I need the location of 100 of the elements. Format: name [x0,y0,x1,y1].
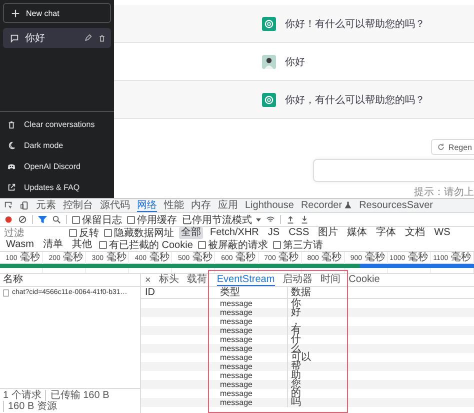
devtools-tab[interactable]: Lighthouse [245,199,294,212]
devtools-tab[interactable]: 网络 [137,199,157,212]
devtools-tab[interactable]: 控制台 [63,199,93,212]
status-text: 1 个请求 [3,390,42,401]
inspect-icon[interactable] [4,201,13,210]
devtools-tab[interactable]: 元素 [36,199,56,212]
record-icon[interactable] [4,215,13,224]
external-link-icon [7,183,16,192]
user-avatar-icon [262,54,276,68]
trash-icon[interactable] [98,34,106,42]
type-filter-button[interactable]: 其他 [70,239,94,251]
message-text: 你好！有什么可以帮助您的吗？ [285,18,425,30]
throttling-select[interactable]: 已停用节流模式 [182,212,261,226]
sidebar-menu-item[interactable]: Clear conversations [0,114,114,135]
detail-tab[interactable]: 启动器 [282,274,313,286]
detail-tab[interactable]: 载荷 [186,274,207,286]
checkbox-option[interactable]: 保留日志 [72,212,122,226]
plus-icon [11,8,20,18]
table-cell: 帮 [287,362,337,371]
devtools-tab[interactable]: 应用 [218,199,238,212]
checkbox[interactable] [198,241,206,249]
detail-tab[interactable]: Cookie [348,274,380,286]
table-cell-text: message [219,371,254,380]
checkbox[interactable] [69,229,77,237]
sidebar-menu-item[interactable]: Updates & FAQ [0,177,114,198]
type-filter-button[interactable]: 媒体 [345,227,370,239]
table-cell-text: message [219,335,254,344]
caret-icon [256,218,261,222]
wifi-settings-icon[interactable] [266,215,275,224]
sidebar-menu-item[interactable]: OpenAI Discord [0,156,114,177]
table-cell: 吗 [287,398,337,407]
clear-icon[interactable] [18,215,27,224]
checkbox-option[interactable]: 隐藏数据网址 [104,227,174,239]
checkbox[interactable] [127,216,135,224]
filter-field[interactable]: 过滤 [4,227,64,239]
type-filter-button[interactable]: 清单 [40,239,65,251]
type-filter-button[interactable]: CSS [286,227,312,239]
type-filter-button[interactable]: WS [432,227,452,239]
flask-icon [344,201,352,209]
devtools-tab[interactable]: 内存 [191,199,211,212]
device-icon[interactable] [20,201,29,210]
search-icon[interactable] [52,215,61,224]
filter-icon[interactable] [38,215,47,224]
chat-bubble-icon [10,34,19,42]
detail-tab[interactable]: 时间 [320,274,341,286]
moon-icon [7,141,16,150]
column-header: ID [144,287,156,298]
message-text: 你好 [285,56,305,68]
message-input[interactable] [313,159,474,182]
checkbox-option[interactable]: 第三方请 [272,239,323,251]
table-cell-text: message [219,326,254,335]
checkbox[interactable] [272,241,281,249]
table-cell-text: message [219,317,254,326]
refresh-icon [437,143,446,151]
message-text: 你好，有什么可以帮助您的吗？ [285,94,425,106]
detail-tab[interactable]: EventStream [216,274,275,286]
checkbox[interactable] [104,229,112,237]
upload-icon[interactable] [286,215,295,224]
pencil-icon[interactable] [84,34,92,42]
table-cell-text: message [219,398,254,407]
type-filter-button[interactable]: 文档 [403,227,428,239]
table-cell-text: message [219,362,254,371]
type-filter-button[interactable]: Fetch/XHR [208,227,261,239]
bot-avatar-icon [262,16,276,30]
type-filter-button[interactable]: 全部 [179,227,203,239]
detail-tab[interactable]: 标头 [158,274,179,286]
table-cell: 有 [287,326,337,335]
sidebar-menu-item[interactable]: Dark mode [0,135,114,156]
table-cell-text: message [219,353,254,362]
checkbox-option[interactable]: 停用缓存 [127,212,177,226]
devtools-tab[interactable]: 性能 [164,199,184,212]
download-icon[interactable] [300,215,309,224]
table-cell-text: message [219,389,254,398]
type-filter-button[interactable]: Wasm [4,239,36,251]
table-cell: 您 [287,380,337,389]
hint-text: 提示：请勿上 [414,186,474,199]
checkbox[interactable] [98,241,107,249]
table-cell: 么 [287,344,337,353]
type-filter-button[interactable]: 图片 [316,227,340,239]
close-button[interactable]: × [145,274,151,286]
devtools-tab[interactable]: Recorder [300,199,352,212]
trash-icon [7,120,16,129]
column-header: 数据 [287,287,337,298]
checkbox-option[interactable]: 被屏蔽的请求 [198,239,268,251]
type-filter-button[interactable]: 字体 [374,227,398,239]
regenerate-button[interactable]: Regen [431,139,474,155]
table-cell-text: message [219,380,254,389]
new-chat-button[interactable]: New chat [3,3,111,23]
gamepad-icon [7,162,16,171]
conversation-item[interactable]: 你好 [3,28,111,48]
table-cell-text: message [219,308,254,317]
checkbox[interactable] [72,216,80,224]
type-filter-button[interactable]: JS [266,227,282,239]
checkbox-option[interactable]: 有已拦截的 Cookie [98,239,193,251]
column-header: 名称 [0,274,140,287]
devtools-tab[interactable]: 源代码 [100,199,130,212]
checkbox-option[interactable]: 反转 [69,227,99,239]
devtools-tab[interactable]: ResourcesSaver [359,199,433,212]
status-text: 已传输 160 B [45,390,114,401]
document-icon [2,288,10,296]
